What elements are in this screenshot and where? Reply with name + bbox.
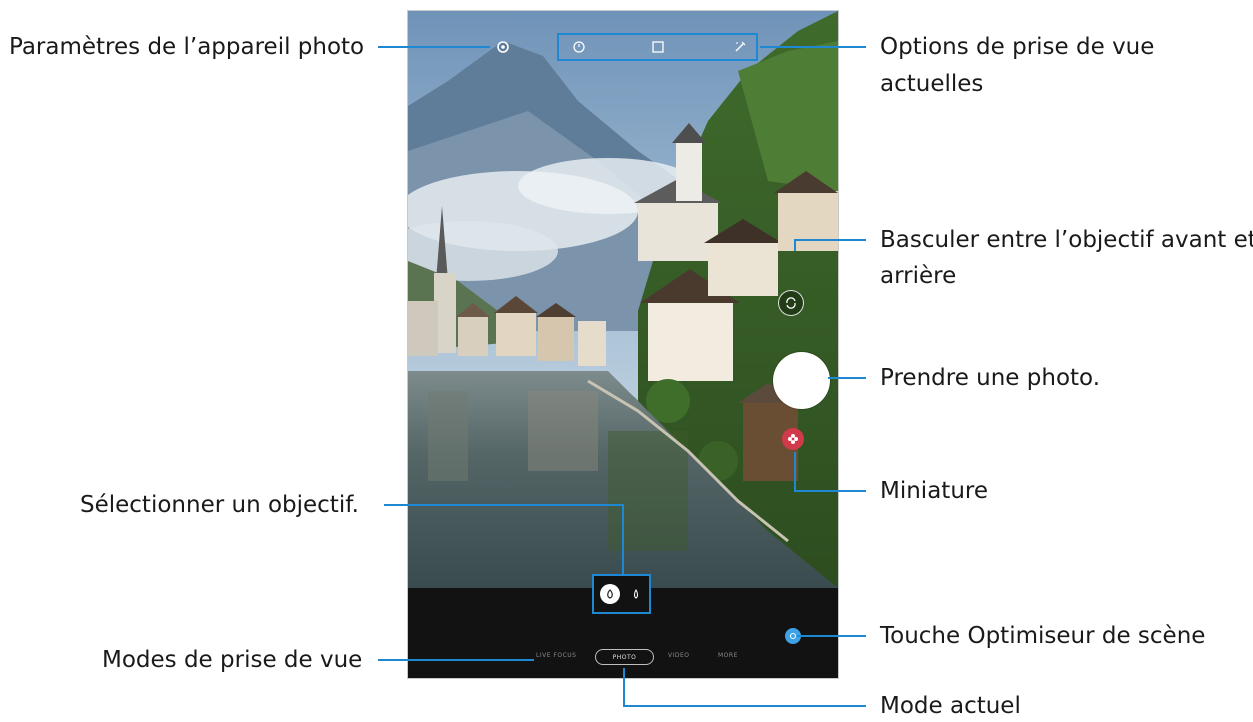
camera-screen: LIVE FOCUS VIDEO MORE PHOTO (408, 11, 838, 678)
callout-thumbnail: Miniature (880, 478, 988, 504)
mode-more[interactable]: MORE (718, 652, 738, 659)
switch-camera-icon (786, 297, 796, 309)
callout-switch-lens-1: Basculer entre l’objectif avant et (880, 227, 1253, 253)
flower-icon (788, 434, 798, 444)
shutter-button[interactable] (773, 352, 830, 409)
ultra-wide-lens-button[interactable] (626, 584, 646, 604)
callout-shooting-modes: Modes de prise de vue (102, 647, 363, 673)
switch-camera-button[interactable] (778, 290, 804, 316)
mode-video[interactable]: VIDEO (668, 652, 690, 659)
callout-shooting-options-1: Options de prise de vue (880, 34, 1155, 60)
callout-scene-optimizer: Touche Optimiseur de scène (880, 623, 1206, 649)
mode-photo-current[interactable]: PHOTO (595, 649, 654, 665)
ultra-wide-lens-icon (633, 589, 639, 599)
camera-settings-button[interactable] (492, 36, 514, 58)
gear-icon (497, 41, 509, 53)
mode-live-focus[interactable]: LIVE FOCUS (536, 652, 576, 659)
callout-shooting-options-2: actuelles (880, 71, 984, 97)
ratio-icon (652, 41, 664, 53)
callout-take-photo: Prendre une photo. (880, 365, 1101, 391)
scene-optimizer-icon (790, 633, 796, 639)
effects-option-button[interactable] (731, 39, 749, 55)
effects-icon (735, 41, 746, 52)
camera-viewfinder[interactable] (408, 11, 838, 588)
scene-optimizer-button[interactable] (785, 628, 801, 644)
thumbnail-button[interactable] (782, 428, 804, 450)
timer-icon (573, 41, 585, 53)
timer-option-button[interactable] (571, 39, 589, 55)
lens-selector (592, 574, 651, 614)
wide-lens-icon (607, 589, 613, 599)
ratio-option-button[interactable] (649, 39, 667, 55)
callout-camera-settings: Paramètres de l’appareil photo (9, 34, 365, 60)
callout-current-mode: Mode actuel (880, 693, 1021, 719)
shooting-options-bar (557, 33, 758, 61)
callout-select-lens: Sélectionner un objectif. (80, 492, 359, 518)
callout-switch-lens-2: arrière (880, 263, 957, 289)
wide-lens-button[interactable] (600, 584, 620, 604)
